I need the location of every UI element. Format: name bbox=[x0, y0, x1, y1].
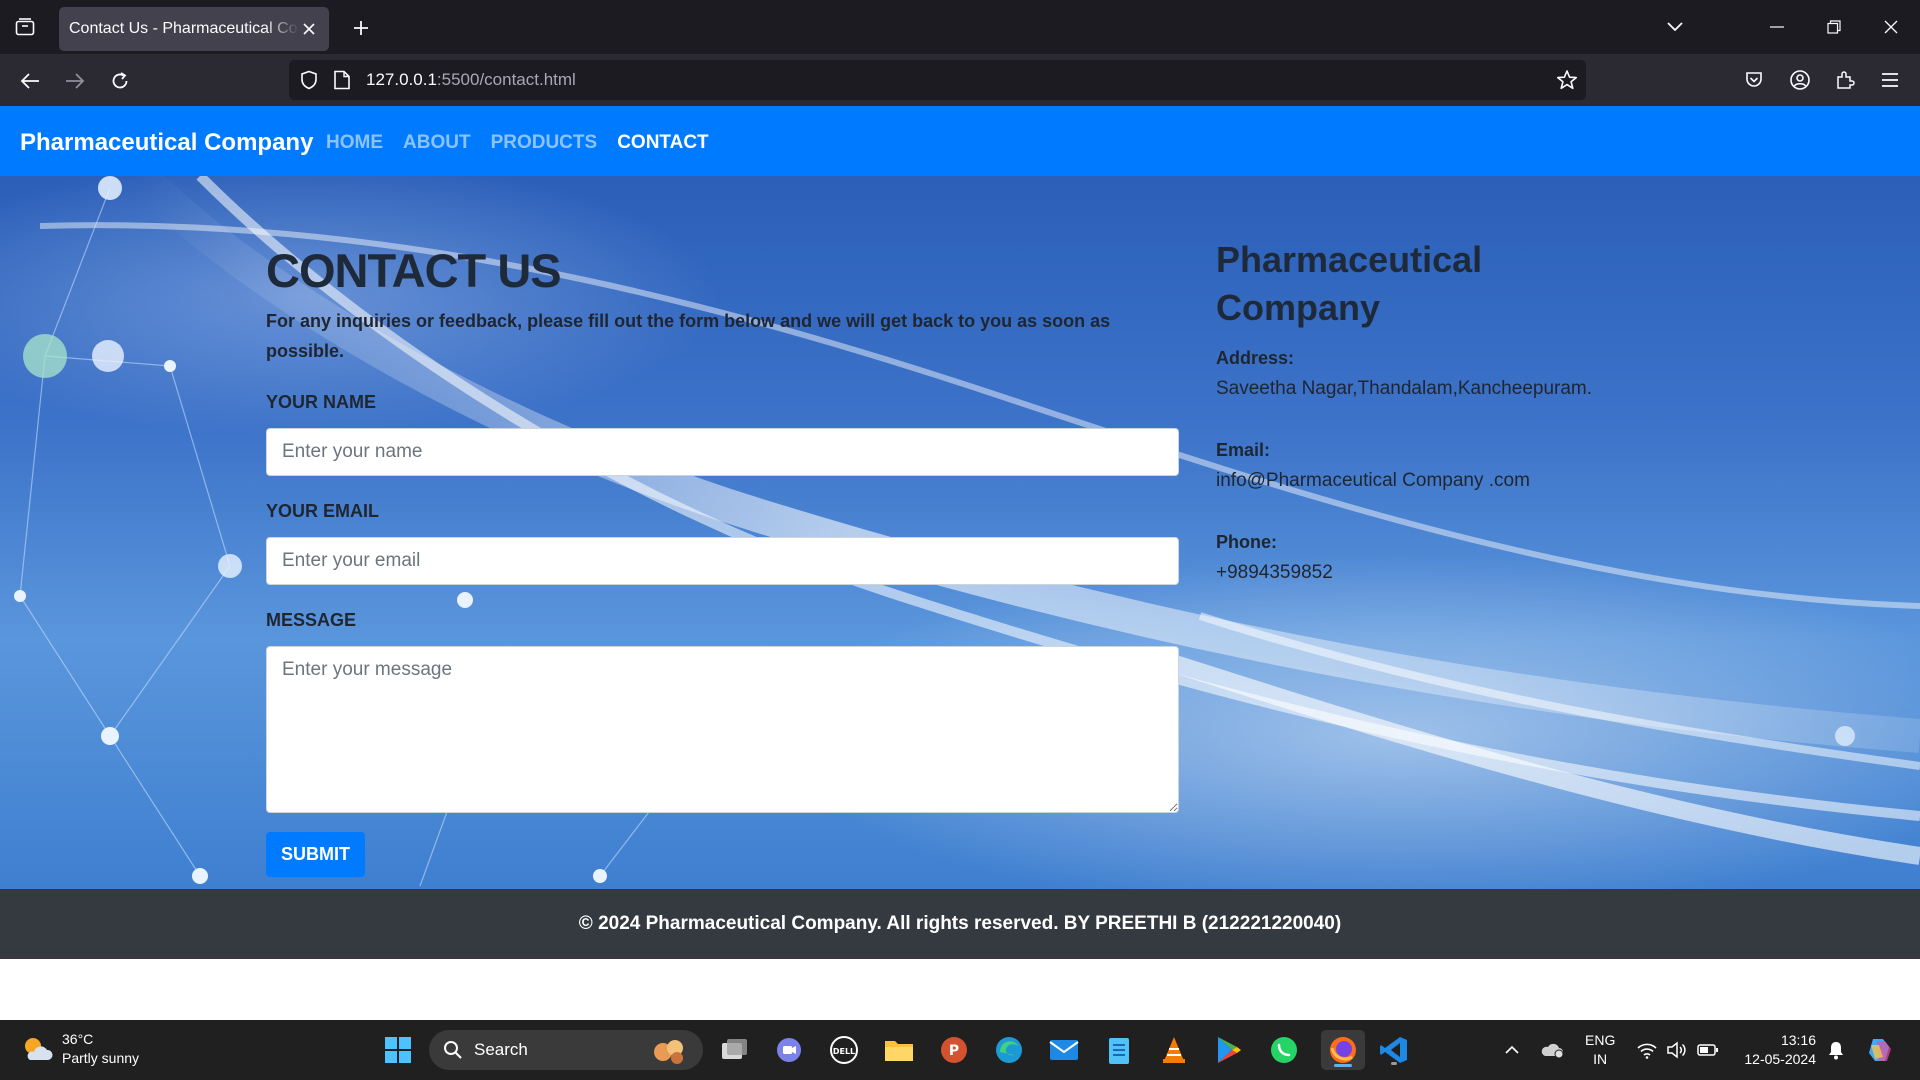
search-highlight-icon bbox=[654, 1040, 683, 1064]
browser-toolbar: 127.0.0.1:5500/contact.html bbox=[0, 54, 1920, 106]
taskbar-search[interactable]: Search bbox=[429, 1030, 703, 1070]
name-label: YOUR NAME bbox=[266, 392, 377, 412]
svg-text:DELL: DELL bbox=[833, 1047, 855, 1056]
phone-value: +9894359852 bbox=[1216, 562, 1333, 583]
info-email-value: info@Pharmaceutical Company .com bbox=[1216, 470, 1530, 491]
footer-text: © 2024 Pharmaceutical Company. All right… bbox=[578, 913, 1342, 934]
site-brand[interactable]: Pharmaceutical Company bbox=[20, 129, 313, 157]
forward-arrow-icon[interactable] bbox=[61, 67, 89, 95]
message-textarea[interactable] bbox=[266, 646, 1179, 813]
taskbar: 36°C Partly sunny Search DELL P ENG IN 1… bbox=[0, 1020, 1920, 1080]
contact-title: CONTACT US bbox=[266, 244, 562, 297]
vscode-icon[interactable] bbox=[1376, 1032, 1412, 1068]
notepad-icon[interactable] bbox=[1101, 1032, 1137, 1068]
search-label: Search bbox=[474, 1040, 528, 1059]
wifi-icon[interactable] bbox=[1634, 1032, 1660, 1068]
partly-sunny-icon bbox=[25, 1038, 53, 1060]
url-text[interactable]: 127.0.0.1:5500/contact.html bbox=[366, 70, 576, 90]
contact-section: CONTACT US For any inquiries or feedback… bbox=[0, 176, 1920, 889]
reload-icon[interactable] bbox=[106, 67, 134, 95]
firefox-icon[interactable] bbox=[1321, 1030, 1365, 1070]
weather-temp: 36°C bbox=[62, 1031, 94, 1047]
info-email-label: Email: bbox=[1216, 440, 1271, 460]
address-value: Saveetha Nagar,Thandalam,Kancheepuram. bbox=[1216, 378, 1593, 399]
restore-icon[interactable] bbox=[1819, 12, 1849, 42]
whatsapp-icon[interactable] bbox=[1266, 1032, 1302, 1068]
google-play-icon[interactable] bbox=[1211, 1032, 1247, 1068]
browser-tab-active[interactable]: Contact Us - Pharmaceutical Company bbox=[59, 7, 329, 51]
email-input[interactable] bbox=[266, 537, 1179, 585]
url-host: 127.0.0.1 bbox=[366, 70, 437, 89]
address-bar[interactable]: 127.0.0.1:5500/contact.html bbox=[289, 60, 1586, 100]
windows-start-icon[interactable] bbox=[380, 1032, 416, 1068]
chevron-down-icon[interactable] bbox=[1662, 14, 1688, 40]
nav-links: HOME ABOUT PRODUCTS CONTACT bbox=[326, 132, 709, 154]
language-region: IN bbox=[1593, 1051, 1608, 1067]
clock-time: 13:16 bbox=[1780, 1032, 1816, 1048]
chevron-up-icon[interactable] bbox=[1500, 1032, 1524, 1068]
close-tab-icon[interactable] bbox=[299, 19, 319, 39]
phone-label: Phone: bbox=[1216, 532, 1277, 552]
search-icon bbox=[443, 1040, 463, 1065]
task-view-icon[interactable] bbox=[716, 1032, 752, 1068]
nav-link-products[interactable]: PRODUCTS bbox=[491, 132, 598, 154]
pocket-icon[interactable] bbox=[1740, 66, 1768, 94]
site-navbar: Pharmaceutical Company HOME ABOUT PRODUC… bbox=[0, 106, 1920, 176]
copilot-icon[interactable] bbox=[1862, 1032, 1898, 1068]
vlc-icon[interactable] bbox=[1156, 1032, 1192, 1068]
nav-link-contact[interactable]: CONTACT bbox=[617, 132, 708, 154]
site-footer: © 2024 Pharmaceutical Company. All right… bbox=[0, 889, 1920, 959]
notification-bell-icon[interactable] bbox=[1824, 1032, 1848, 1068]
minimize-icon[interactable] bbox=[1762, 12, 1792, 42]
language-indicator[interactable]: ENG IN bbox=[1585, 1031, 1615, 1069]
menu-icon[interactable] bbox=[1876, 66, 1904, 94]
onedrive-icon[interactable] bbox=[1537, 1032, 1567, 1068]
browser-tab-bar: Contact Us - Pharmaceutical Company bbox=[0, 0, 1920, 54]
battery-icon[interactable] bbox=[1694, 1032, 1722, 1068]
open-app-indicator bbox=[1391, 1062, 1397, 1065]
name-input[interactable] bbox=[266, 428, 1179, 476]
taskbar-clock[interactable]: 13:16 12-05-2024 bbox=[1738, 1031, 1816, 1069]
message-label: MESSAGE bbox=[266, 610, 357, 630]
bookmark-star-icon[interactable] bbox=[1556, 69, 1578, 96]
back-arrow-icon[interactable] bbox=[16, 67, 44, 95]
shield-icon[interactable] bbox=[299, 70, 319, 95]
address-label: Address: bbox=[1216, 348, 1295, 368]
powerpoint-icon[interactable]: P bbox=[936, 1032, 972, 1068]
company-info-title: Pharmaceutical Company bbox=[1216, 239, 1483, 328]
page-info-icon[interactable] bbox=[333, 70, 351, 95]
nav-link-about[interactable]: ABOUT bbox=[403, 132, 471, 154]
clock-date: 12-05-2024 bbox=[1744, 1051, 1816, 1067]
close-window-icon[interactable] bbox=[1876, 12, 1906, 42]
svg-text:P: P bbox=[949, 1043, 959, 1059]
language-code: ENG bbox=[1585, 1032, 1616, 1048]
url-path: :5500/contact.html bbox=[436, 70, 576, 89]
weather-desc: Partly sunny bbox=[62, 1050, 140, 1066]
account-icon[interactable] bbox=[1786, 66, 1814, 94]
tab-title: Contact Us - Pharmaceutical Company bbox=[69, 20, 299, 37]
edge-browser-icon[interactable] bbox=[991, 1032, 1027, 1068]
contact-intro: For any inquiries or feedback, please fi… bbox=[266, 311, 1111, 361]
volume-icon[interactable] bbox=[1664, 1032, 1690, 1068]
nav-link-home[interactable]: HOME bbox=[326, 132, 383, 154]
extensions-icon[interactable] bbox=[1831, 66, 1859, 94]
mail-icon[interactable] bbox=[1046, 1032, 1082, 1068]
weather-widget[interactable]: 36°C Partly sunny bbox=[20, 1030, 139, 1068]
email-label: YOUR EMAIL bbox=[266, 501, 380, 521]
teams-chat-icon[interactable] bbox=[771, 1032, 807, 1068]
file-explorer-icon[interactable] bbox=[881, 1032, 917, 1068]
tab-list-icon[interactable] bbox=[12, 14, 38, 40]
active-app-indicator bbox=[1334, 1064, 1352, 1067]
submit-button[interactable]: SUBMIT bbox=[266, 832, 365, 877]
new-tab-icon[interactable] bbox=[348, 15, 374, 41]
dell-icon[interactable]: DELL bbox=[826, 1032, 862, 1068]
